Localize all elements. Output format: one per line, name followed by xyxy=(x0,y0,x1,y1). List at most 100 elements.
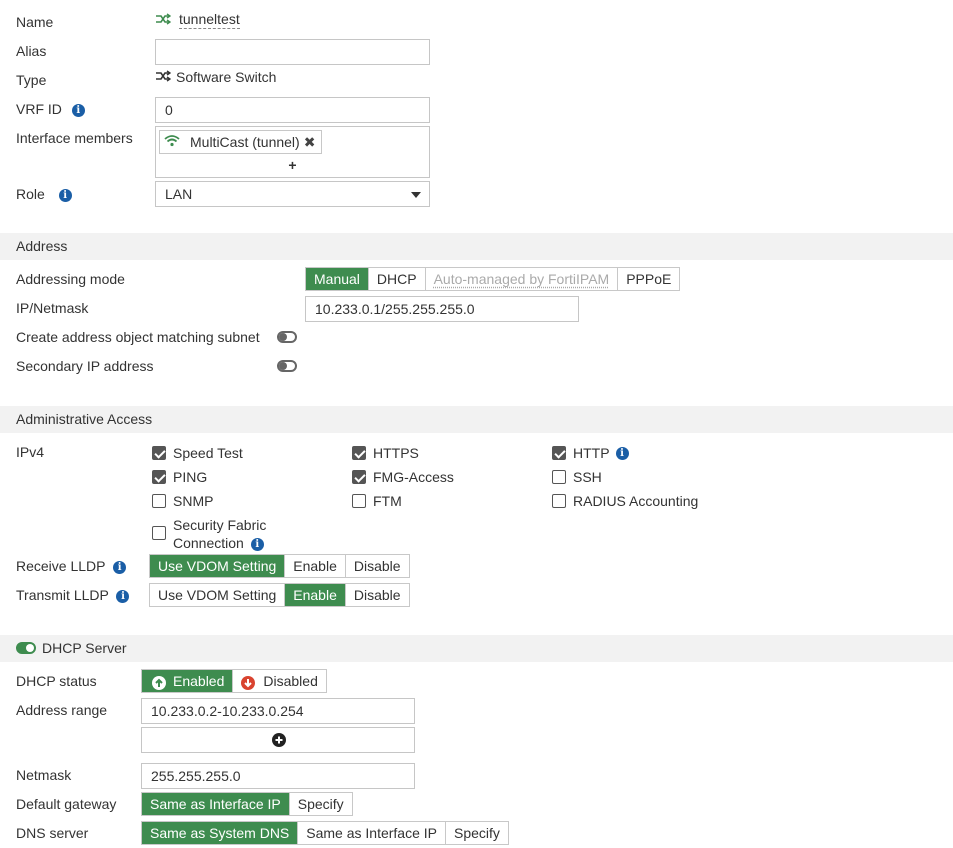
dhcp-server-header-text: DHCP Server xyxy=(42,640,127,656)
info-icon[interactable]: i xyxy=(116,590,130,603)
checkbox-https[interactable]: HTTPS xyxy=(352,445,419,461)
dns-server-label: DNS server xyxy=(16,825,89,841)
fabric-label-line1: Security Fabric xyxy=(173,517,267,533)
gateway-same-as-interface-button[interactable]: Same as Interface IP xyxy=(142,793,289,815)
switch-icon xyxy=(155,12,173,28)
checkbox-box[interactable] xyxy=(152,526,166,540)
default-gateway-selector: Same as Interface IP Specify xyxy=(141,792,353,816)
receive-lldp-label-text: Receive LLDP xyxy=(16,558,106,574)
transmit-lldp-label: Transmit LLDP i xyxy=(16,587,130,603)
checkbox-label: FMG-Access xyxy=(373,469,454,485)
default-gateway-label: Default gateway xyxy=(16,796,117,812)
checkbox-ping[interactable]: PING xyxy=(152,469,207,485)
add-address-range-button[interactable] xyxy=(141,727,415,753)
member-chip: MultiCast (tunnel) ✖ xyxy=(159,130,323,154)
checkbox-security-fabric[interactable]: Security Fabric Connection i xyxy=(152,516,266,552)
mode-pppoe-button[interactable]: PPPoE xyxy=(617,268,680,290)
info-icon[interactable]: i xyxy=(58,189,72,202)
checkbox-label: Security Fabric Connection i xyxy=(173,516,266,552)
info-icon[interactable]: i xyxy=(615,447,629,460)
fabric-label-line2: Connection xyxy=(173,535,244,551)
dhcp-status-label: DHCP status xyxy=(16,673,97,689)
dhcp-server-toggle[interactable] xyxy=(16,642,36,654)
mode-fortiipam-button[interactable]: Auto-managed by FortiIPAM xyxy=(424,268,618,290)
checkbox-label: HTTP xyxy=(573,445,610,461)
vrf-label: VRF ID i xyxy=(16,101,85,117)
transmit-lldp-vdom-button[interactable]: Use VDOM Setting xyxy=(150,584,285,606)
checkbox-box[interactable] xyxy=(152,446,166,460)
create-address-object-label: Create address object matching subnet xyxy=(16,329,260,345)
type-value: Software Switch xyxy=(176,69,277,85)
chevron-down-icon xyxy=(411,192,421,198)
create-address-object-toggle[interactable] xyxy=(277,331,297,343)
interface-members-label: Interface members xyxy=(16,130,133,146)
address-section-header: Address xyxy=(0,233,953,260)
address-range-input[interactable] xyxy=(141,698,415,724)
receive-lldp-disable-button[interactable]: Disable xyxy=(344,555,409,577)
mode-dhcp-button[interactable]: DHCP xyxy=(367,268,425,290)
dhcp-enabled-label: Enabled xyxy=(173,673,225,689)
address-range-label: Address range xyxy=(16,702,108,718)
type-label: Type xyxy=(16,72,47,88)
dns-same-as-system-button[interactable]: Same as System DNS xyxy=(142,822,298,844)
arrow-down-circle-icon xyxy=(241,674,256,690)
gateway-specify-button[interactable]: Specify xyxy=(288,793,352,815)
role-select[interactable]: LAN xyxy=(155,181,430,207)
wifi-icon xyxy=(164,131,182,153)
vrf-id-input[interactable] xyxy=(155,97,430,123)
addressing-mode-selector: Manual DHCP Auto-managed by FortiIPAM PP… xyxy=(305,267,681,291)
receive-lldp-selector: Use VDOM Setting Enable Disable xyxy=(149,554,410,578)
ip-netmask-input[interactable] xyxy=(305,296,579,322)
dhcp-disabled-button[interactable]: Disabled xyxy=(232,670,326,692)
ip-netmask-label: IP/Netmask xyxy=(16,300,89,316)
checkbox-box[interactable] xyxy=(352,470,366,484)
checkbox-box[interactable] xyxy=(552,494,566,508)
mode-manual-button[interactable]: Manual xyxy=(306,268,368,290)
netmask-label: Netmask xyxy=(16,767,72,783)
checkbox-label: RADIUS Accounting xyxy=(573,493,699,509)
add-member-button[interactable]: + xyxy=(156,157,429,173)
checkbox-label: SNMP xyxy=(173,493,214,509)
transmit-lldp-enable-button[interactable]: Enable xyxy=(284,584,345,606)
checkbox-ssh[interactable]: SSH xyxy=(552,469,602,485)
info-icon[interactable]: i xyxy=(250,538,264,551)
transmit-lldp-disable-button[interactable]: Disable xyxy=(344,584,409,606)
checkbox-radius-accounting[interactable]: RADIUS Accounting xyxy=(552,493,698,509)
role-selected-value: LAN xyxy=(165,186,193,202)
checkbox-speed-test[interactable]: Speed Test xyxy=(152,445,243,461)
checkbox-box[interactable] xyxy=(152,470,166,484)
checkbox-label: Speed Test xyxy=(173,445,243,461)
transmit-lldp-selector: Use VDOM Setting Enable Disable xyxy=(149,583,410,607)
role-label-text: Role xyxy=(16,186,45,202)
dns-specify-button[interactable]: Specify xyxy=(445,822,508,844)
remove-x-icon[interactable]: ✖ xyxy=(304,131,316,153)
checkbox-snmp[interactable]: SNMP xyxy=(152,493,213,509)
info-icon[interactable]: i xyxy=(71,104,85,117)
secondary-ip-toggle[interactable] xyxy=(277,360,297,372)
checkbox-box[interactable] xyxy=(352,494,366,508)
add-circle-icon xyxy=(272,733,286,747)
dns-same-as-interface-button[interactable]: Same as Interface IP xyxy=(297,822,445,844)
receive-lldp-vdom-button[interactable]: Use VDOM Setting xyxy=(150,555,285,577)
addressing-mode-label: Addressing mode xyxy=(16,271,125,287)
alias-input[interactable] xyxy=(155,39,430,65)
info-icon[interactable]: i xyxy=(113,561,127,574)
checkbox-ftm[interactable]: FTM xyxy=(352,493,402,509)
checkbox-http[interactable]: HTTP i xyxy=(552,445,629,461)
checkbox-label: FTM xyxy=(373,493,402,509)
checkbox-label: SSH xyxy=(573,469,602,485)
checkbox-box[interactable] xyxy=(552,470,566,484)
dns-server-selector: Same as System DNS Same as Interface IP … xyxy=(141,821,509,845)
receive-lldp-enable-button[interactable]: Enable xyxy=(284,555,345,577)
transmit-lldp-label-text: Transmit LLDP xyxy=(16,587,109,603)
name-value: tunneltest xyxy=(179,11,240,29)
checkbox-fmg-access[interactable]: FMG-Access xyxy=(352,469,454,485)
dhcp-enabled-button[interactable]: Enabled xyxy=(142,670,233,692)
checkbox-box[interactable] xyxy=(552,446,566,460)
checkbox-box[interactable] xyxy=(352,446,366,460)
arrow-up-circle-icon xyxy=(152,674,166,690)
interface-members-field[interactable]: MultiCast (tunnel) ✖ + xyxy=(155,126,430,178)
netmask-input[interactable] xyxy=(141,763,415,789)
secondary-ip-label: Secondary IP address xyxy=(16,358,154,374)
checkbox-box[interactable] xyxy=(152,494,166,508)
